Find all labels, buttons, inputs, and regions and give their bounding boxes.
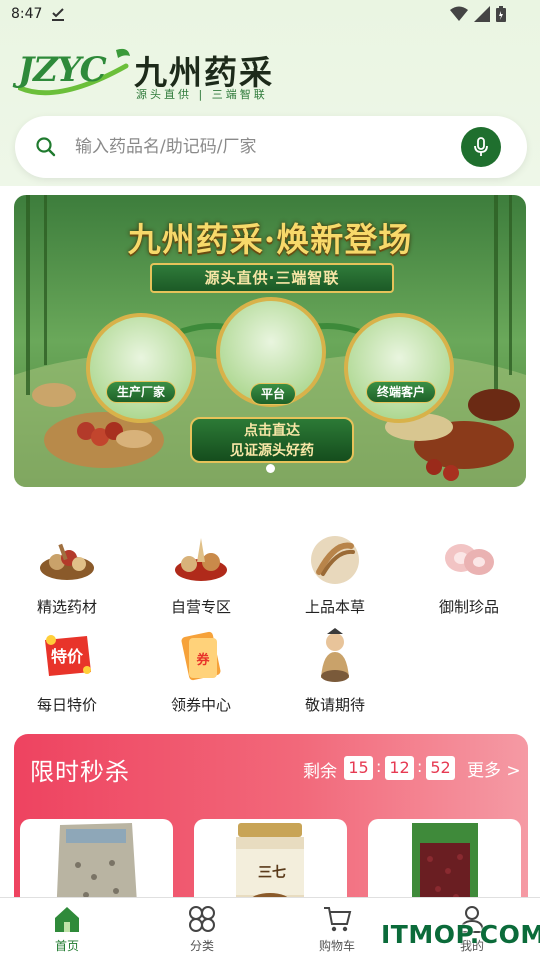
promo-banner[interactable]: 九州药采·焕新登场 源头直供·三端智联 生产厂家 平台 终端客户 点击直达 见证… xyxy=(14,195,526,487)
category-item-qidai[interactable]: 敬请期待 xyxy=(280,626,390,715)
search-icon xyxy=(36,137,56,157)
category-label: 上品本草 xyxy=(304,598,365,616)
node-platform-label: 平台 xyxy=(250,383,297,405)
product-image xyxy=(412,823,478,904)
countdown-hours: 15 xyxy=(344,756,373,780)
cart-icon xyxy=(324,907,352,932)
herbs-icon xyxy=(40,543,94,580)
clinic-circle xyxy=(344,313,454,423)
banner-cta-button[interactable]: 点击直达 见证源头好药 xyxy=(190,417,354,463)
product-image xyxy=(56,823,138,904)
countdown-separator: : xyxy=(376,757,382,776)
home-icon xyxy=(55,907,79,932)
svg-text:三七: 三七 xyxy=(258,865,286,881)
category-icon xyxy=(189,906,215,932)
download-done-icon xyxy=(52,8,64,21)
tab-category[interactable]: 分类 xyxy=(157,904,247,954)
category-label: 敬请期待 xyxy=(304,696,365,714)
banner-title: 九州药采·焕新登场 xyxy=(127,220,413,259)
category-label: 精选药材 xyxy=(36,598,97,616)
category-item-jingxuan[interactable]: 精选药材 xyxy=(12,528,122,617)
countdown-seconds: 52 xyxy=(426,756,455,780)
cta-line1: 点击直达 xyxy=(244,423,300,439)
flash-sale-more-link[interactable]: 更多 > xyxy=(467,756,521,781)
category-label: 领券中心 xyxy=(170,696,231,714)
ginseng-basket-icon xyxy=(175,538,227,581)
svg-text:券: 券 xyxy=(195,652,210,668)
factory-circle xyxy=(86,313,196,423)
tab-label: 购物车 xyxy=(318,939,355,953)
search-bar[interactable] xyxy=(15,116,527,178)
signal-icon xyxy=(474,6,490,22)
category-label: 每日特价 xyxy=(36,696,97,714)
root-herb-icon xyxy=(311,536,359,584)
battery-icon xyxy=(496,6,506,22)
category-label: 御制珍品 xyxy=(438,598,499,616)
node-client-label: 终端客户 xyxy=(366,381,437,403)
tab-cart[interactable]: 购物车 xyxy=(292,904,382,954)
product-card[interactable] xyxy=(368,819,521,904)
banner-ribbon: 源头直供·三端智联 xyxy=(150,263,394,293)
slices-icon xyxy=(445,544,494,575)
category-item-tejia[interactable]: 特价 每日特价 xyxy=(12,626,122,715)
category-item-ziying[interactable]: 自营专区 xyxy=(146,528,256,617)
tab-home[interactable]: 首页 xyxy=(22,904,112,954)
flash-sale-title: 限时秒杀 xyxy=(30,758,130,786)
tab-label: 分类 xyxy=(189,939,214,953)
banner-page-dot xyxy=(266,464,275,473)
category-label: 自营专区 xyxy=(170,598,231,616)
wifi-icon xyxy=(450,6,468,21)
flash-sale-section: 限时秒杀 剩余 15 : 12 : 52 更多 > 三七 xyxy=(14,734,528,904)
herbalist-icon xyxy=(321,628,349,682)
voice-search-button[interactable] xyxy=(461,127,501,167)
header-area: 8:47 JZYC 九州药采 源头直供 | 三端智联 xyxy=(0,0,540,186)
coupon-icon: 券 xyxy=(181,631,221,681)
product-card[interactable]: 三七 xyxy=(194,819,347,904)
status-time: 8:47 xyxy=(11,6,43,22)
cta-line2: 见证源头好药 xyxy=(230,443,314,459)
special-price-icon: 特价 xyxy=(45,635,91,676)
app-logo: JZYC 九州药采 源头直供 | 三端智联 xyxy=(18,44,288,104)
category-item-shangpin[interactable]: 上品本草 xyxy=(280,528,390,617)
status-indicators xyxy=(450,6,506,22)
product-image: 三七 xyxy=(236,823,304,904)
node-factory-label: 生产厂家 xyxy=(106,381,177,403)
category-item-lingquan[interactable]: 券 领券中心 xyxy=(146,626,256,715)
svg-text:特价: 特价 xyxy=(51,647,84,666)
tab-label: 首页 xyxy=(54,939,79,953)
status-bar: 8:47 xyxy=(0,0,540,30)
search-input[interactable] xyxy=(75,131,445,163)
logo-mark: JZYC xyxy=(18,50,107,90)
product-card[interactable] xyxy=(20,819,173,904)
countdown-label: 剩余 xyxy=(303,762,337,782)
microphone-icon xyxy=(474,137,488,156)
countdown-minutes: 12 xyxy=(385,756,414,780)
category-item-yuzhi[interactable]: 御制珍品 xyxy=(414,528,524,617)
site-watermark: ITMOP.COM xyxy=(381,920,540,949)
logo-slogan: 源头直供 | 三端智联 xyxy=(136,88,268,101)
countdown-separator: : xyxy=(417,757,423,776)
